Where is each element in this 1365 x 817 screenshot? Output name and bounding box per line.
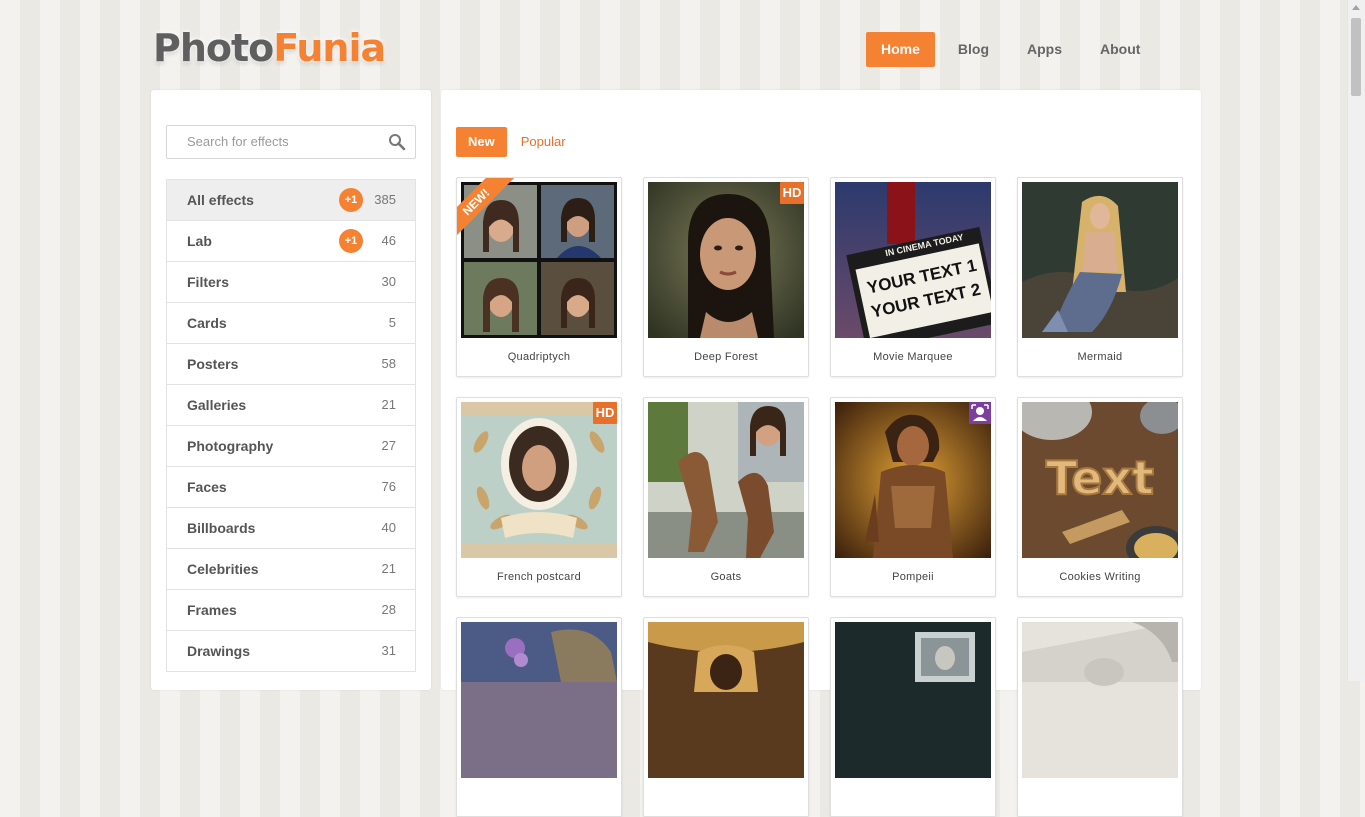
search-input[interactable]	[187, 134, 377, 149]
effect-card-quadriptych[interactable]: NEW! Quadriptych	[456, 177, 622, 377]
cookie-text: Text	[1046, 451, 1154, 505]
page-scrollbar[interactable]	[1347, 0, 1365, 681]
effect-title: Cookies Writing	[1059, 571, 1141, 583]
logo[interactable]: PhotoFunia	[153, 25, 386, 71]
effects-panel: New Popular NEW! Quadriptych HD Deep For…	[441, 90, 1201, 817]
effect-thumbnail: IN CINEMA TODAY YOUR TEXT 1 YOUR TEXT 2	[835, 182, 991, 338]
sidebar: All effects +1 385 Lab +1 46 Filters 30 …	[151, 90, 431, 690]
category-label: Galleries	[187, 397, 247, 413]
category-frames[interactable]: Frames 28	[166, 590, 416, 631]
search-icon[interactable]	[388, 133, 406, 151]
effect-thumbnail	[648, 402, 804, 558]
scrollbar-thumb[interactable]	[1351, 18, 1361, 96]
category-count: 58	[381, 356, 396, 371]
category-label: Lab	[187, 233, 212, 249]
effect-card-movie-marquee[interactable]: IN CINEMA TODAY YOUR TEXT 1 YOUR TEXT 2 …	[830, 177, 996, 377]
effect-thumbnail	[835, 622, 991, 778]
sort-tabs: New Popular	[456, 127, 580, 157]
effect-card[interactable]	[1017, 617, 1183, 817]
category-cards[interactable]: Cards 5	[166, 303, 416, 344]
category-label: Photography	[187, 438, 274, 454]
category-all-effects[interactable]: All effects +1 385	[166, 179, 416, 221]
category-count: 385	[374, 192, 396, 207]
tab-popular[interactable]: Popular	[509, 127, 578, 157]
effect-title: Deep Forest	[694, 351, 758, 363]
effect-thumbnail	[835, 402, 991, 558]
category-count: 40	[381, 520, 396, 535]
effect-card-goats[interactable]: Goats	[643, 397, 809, 597]
effect-title: Goats	[710, 571, 742, 583]
category-lab[interactable]: Lab +1 46	[166, 221, 416, 262]
category-photography[interactable]: Photography 27	[166, 426, 416, 467]
category-posters[interactable]: Posters 58	[166, 344, 416, 385]
category-count: 28	[381, 602, 396, 617]
nav-blog[interactable]: Blog	[943, 32, 1004, 67]
effect-card[interactable]	[830, 617, 996, 817]
effect-thumbnail	[648, 622, 804, 778]
category-label: All effects	[187, 192, 254, 208]
category-count: 46	[381, 233, 396, 248]
category-list: All effects +1 385 Lab +1 46 Filters 30 …	[166, 179, 416, 672]
hd-badge: HD	[780, 182, 804, 204]
tab-new[interactable]: New	[456, 127, 507, 157]
category-label: Faces	[187, 479, 227, 495]
category-count: 27	[381, 438, 396, 453]
effect-card-mermaid[interactable]: Mermaid	[1017, 177, 1183, 377]
category-faces[interactable]: Faces 76	[166, 467, 416, 508]
effect-card-deep-forest[interactable]: HD Deep Forest	[643, 177, 809, 377]
face-detect-icon	[969, 402, 991, 424]
new-count-badge: +1	[339, 229, 363, 253]
category-count: 21	[381, 397, 396, 412]
category-label: Cards	[187, 315, 227, 331]
nav-about[interactable]: About	[1085, 32, 1155, 67]
category-filters[interactable]: Filters 30	[166, 262, 416, 303]
effect-card-cookies-writing[interactable]: Text Cookies Writing	[1017, 397, 1183, 597]
search-box	[166, 125, 416, 159]
effect-title: French postcard	[497, 571, 581, 583]
category-count: 30	[381, 274, 396, 289]
new-ribbon-label: NEW!	[457, 178, 515, 241]
category-label: Filters	[187, 274, 230, 290]
category-label: Posters	[187, 356, 239, 372]
effect-card[interactable]	[456, 617, 622, 817]
main-nav: Home Blog Apps About	[866, 32, 1163, 67]
effect-title: Movie Marquee	[873, 351, 953, 363]
category-count: 21	[381, 561, 396, 576]
category-celebrities[interactable]: Celebrities 21	[166, 549, 416, 590]
nav-home[interactable]: Home	[866, 32, 935, 67]
effect-title: Mermaid	[1077, 351, 1123, 363]
effect-thumbnail	[1022, 622, 1178, 778]
category-galleries[interactable]: Galleries 21	[166, 385, 416, 426]
category-count: 76	[381, 479, 396, 494]
category-label: Frames	[187, 602, 237, 618]
hd-badge: HD	[593, 402, 617, 424]
effect-card-pompeii[interactable]: Pompeii	[830, 397, 996, 597]
effect-title: Pompeii	[892, 571, 934, 583]
category-label: Celebrities	[187, 561, 259, 577]
scroll-up-icon[interactable]	[1352, 5, 1360, 10]
effect-card[interactable]	[643, 617, 809, 817]
new-count-badge: +1	[339, 188, 363, 212]
category-billboards[interactable]: Billboards 40	[166, 508, 416, 549]
effect-thumbnail	[648, 182, 804, 338]
category-label: Drawings	[187, 643, 251, 659]
category-count: 31	[381, 643, 396, 658]
effect-card-french-postcard[interactable]: HD French postcard	[456, 397, 622, 597]
effect-thumbnail	[1022, 182, 1178, 338]
logo-photo-text: Photo	[153, 26, 274, 70]
new-ribbon: NEW!	[457, 178, 523, 244]
logo-funia-text: Funia	[273, 26, 386, 70]
nav-apps[interactable]: Apps	[1012, 32, 1077, 67]
category-drawings[interactable]: Drawings 31	[166, 631, 416, 672]
effect-thumbnail	[461, 402, 617, 558]
effect-thumbnail: Text	[1022, 402, 1178, 558]
effect-title: Quadriptych	[507, 351, 571, 363]
category-count: 5	[388, 315, 396, 330]
effect-thumbnail	[461, 622, 617, 778]
category-label: Billboards	[187, 520, 256, 536]
